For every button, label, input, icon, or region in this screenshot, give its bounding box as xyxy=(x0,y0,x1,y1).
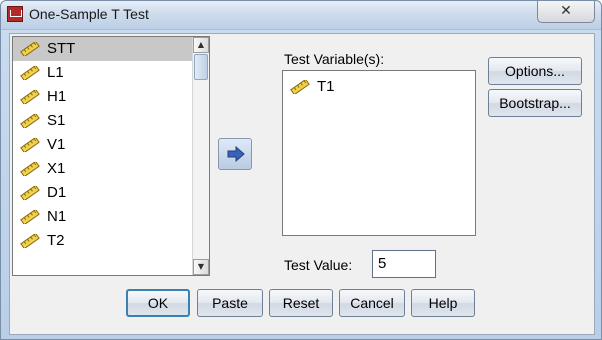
scale-ruler-icon xyxy=(20,138,40,152)
variable-list-item[interactable]: T2 xyxy=(13,229,209,253)
variable-label: N1 xyxy=(47,208,67,225)
test-variable-label: T1 xyxy=(317,78,335,95)
bootstrap-button[interactable]: Bootstrap... xyxy=(488,89,582,117)
scale-ruler-icon xyxy=(20,210,40,224)
test-value-input[interactable]: 5 xyxy=(372,250,436,278)
chevron-up-icon: ▲ xyxy=(197,40,205,49)
variable-label: T2 xyxy=(47,232,65,249)
variable-list-item[interactable]: STT xyxy=(13,37,209,61)
variable-label: V1 xyxy=(47,136,66,153)
variable-label: S1 xyxy=(47,112,66,129)
test-variables-listbox[interactable]: T1 xyxy=(282,70,476,236)
test-variables-label: Test Variable(s): xyxy=(284,51,385,67)
spss-app-icon xyxy=(7,6,23,22)
scale-ruler-icon xyxy=(20,66,40,80)
variable-listbox[interactable]: STT L1 H1 S1 V1 X1 D1 N1 T2 ▲ ▼ xyxy=(12,36,210,276)
variable-label: H1 xyxy=(47,88,67,105)
variable-label: STT xyxy=(47,40,76,57)
reset-button[interactable]: Reset xyxy=(269,289,333,317)
variable-label: X1 xyxy=(47,160,66,177)
variable-list-item[interactable]: L1 xyxy=(13,61,209,85)
close-icon: ✕ xyxy=(560,3,572,19)
move-right-arrow-icon xyxy=(227,146,245,162)
scale-ruler-icon xyxy=(20,90,40,104)
variable-list-item[interactable]: N1 xyxy=(13,205,209,229)
options-button[interactable]: Options... xyxy=(488,57,582,85)
scale-ruler-icon xyxy=(20,234,40,248)
title-bar[interactable]: One-Sample T Test ✕ xyxy=(1,1,601,30)
window-title: One-Sample T Test xyxy=(29,6,149,22)
chevron-down-icon: ▼ xyxy=(197,262,205,271)
scroll-down-button[interactable]: ▼ xyxy=(193,259,209,275)
move-variable-button[interactable] xyxy=(218,138,252,170)
scale-ruler-icon xyxy=(20,162,40,176)
close-button[interactable]: ✕ xyxy=(537,1,595,23)
scale-ruler-icon xyxy=(20,42,40,56)
test-variable-item[interactable]: T1 xyxy=(283,75,335,99)
ok-button[interactable]: OK xyxy=(126,289,190,317)
scale-ruler-icon xyxy=(20,114,40,128)
variable-list-item[interactable]: S1 xyxy=(13,109,209,133)
variable-label: L1 xyxy=(47,64,64,81)
help-button[interactable]: Help xyxy=(411,289,475,317)
variable-list-item[interactable]: V1 xyxy=(13,133,209,157)
paste-button[interactable]: Paste xyxy=(197,289,263,317)
scroll-up-button[interactable]: ▲ xyxy=(193,37,209,53)
scroll-thumb[interactable] xyxy=(194,54,208,80)
variable-list-item[interactable]: D1 xyxy=(13,181,209,205)
variable-list-item[interactable]: X1 xyxy=(13,157,209,181)
variable-label: D1 xyxy=(47,184,67,201)
cancel-button[interactable]: Cancel xyxy=(339,289,405,317)
scale-ruler-icon xyxy=(290,80,310,94)
variable-list-item[interactable]: H1 xyxy=(13,85,209,109)
scale-ruler-icon xyxy=(20,186,40,200)
variable-list-items: STT L1 H1 S1 V1 X1 D1 N1 T2 xyxy=(13,37,209,253)
list-scrollbar[interactable]: ▲ ▼ xyxy=(192,37,209,275)
test-value-label: Test Value: xyxy=(284,257,353,273)
